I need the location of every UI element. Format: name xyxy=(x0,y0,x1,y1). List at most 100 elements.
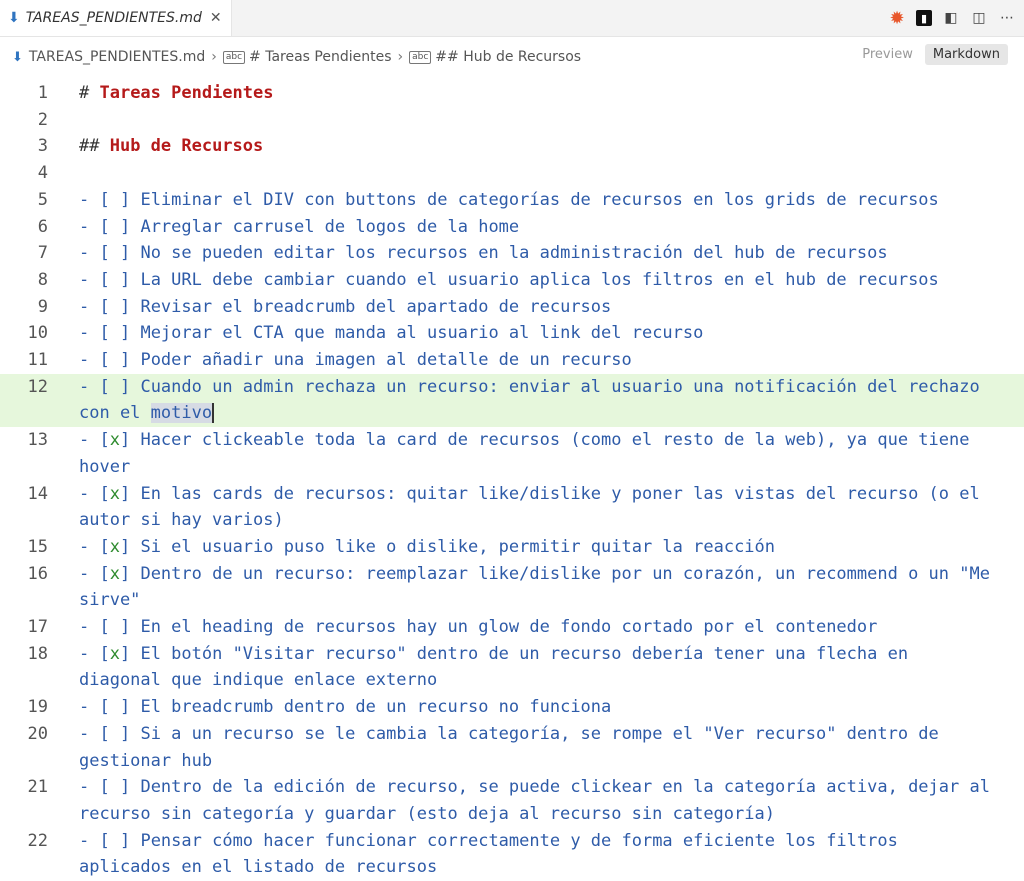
editor-line[interactable]: 17 - [ ] En el heading de recursos hay un… xyxy=(0,614,1024,641)
line-number: 19 xyxy=(27,697,48,718)
checkbox-unchecked[interactable]: - [ ] xyxy=(79,724,140,744)
line-content[interactable]: - [ ] El breadcrumb dentro de un recurso… xyxy=(79,694,999,721)
line-content[interactable]: - [ ] Cuando un admin rechaza un recurso… xyxy=(79,374,999,427)
editor-line[interactable]: 1 # Tareas Pendientes xyxy=(0,80,1024,107)
line-content[interactable]: - [ ] Pensar cómo hacer funcionar correc… xyxy=(79,828,999,881)
checkbox-state xyxy=(110,697,120,717)
task-text: Poder añadir una imagen al detalle de un… xyxy=(140,350,632,371)
heading-text: Tareas Pendientes xyxy=(99,83,274,103)
editor-line[interactable]: 8 - [ ] La URL debe cambiar cuando el usu… xyxy=(0,267,1024,294)
editor-line[interactable]: 21 - [ ] Dentro de la edición de recurso,… xyxy=(0,774,1024,827)
task-text: Mejorar el CTA que manda al usuario al l… xyxy=(140,323,704,344)
editor-content[interactable]: 1 # Tareas Pendientes 2 3 ## Hub de Recurso… xyxy=(0,77,1024,881)
task-text: Eliminar el DIV con buttons de categoría… xyxy=(140,189,939,210)
editor-line[interactable]: 2 xyxy=(0,107,1024,134)
editor-line[interactable]: 18 - [x] El botón "Visitar recurso" dentr… xyxy=(0,641,1024,694)
editor-line[interactable]: 15 - [x] Si el usuario puso like o dislik… xyxy=(0,534,1024,561)
split-editor-icon[interactable]: ◫ xyxy=(970,9,988,27)
checkbox-state xyxy=(110,217,120,237)
more-actions-icon[interactable]: ⋯ xyxy=(998,9,1016,27)
line-content[interactable] xyxy=(79,107,999,134)
editor-line[interactable]: 20 - [ ] Si a un recurso se le cambia la … xyxy=(0,721,1024,774)
line-content[interactable]: - [ ] Mejorar el CTA que manda al usuari… xyxy=(79,320,999,347)
editor-line[interactable]: 7 - [ ] No se pueden editar los recursos … xyxy=(0,240,1024,267)
checkbox-unchecked[interactable]: - [ ] xyxy=(79,617,140,637)
task-text: El botón "Visitar recurso" dentro de un … xyxy=(79,643,919,691)
line-content[interactable] xyxy=(79,160,999,187)
editor-line[interactable]: 3 ## Hub de Recursos xyxy=(0,133,1024,160)
editor-line[interactable]: 6 - [ ] Arreglar carrusel de logos de la … xyxy=(0,214,1024,241)
checkbox-unchecked[interactable]: - [ ] xyxy=(79,377,140,397)
checkbox-unchecked[interactable]: - [ ] xyxy=(79,777,140,797)
line-content[interactable]: - [x] En las cards de recursos: quitar l… xyxy=(79,481,999,534)
checkbox-unchecked[interactable]: - [ ] xyxy=(79,270,140,290)
checkbox-unchecked[interactable]: - [ ] xyxy=(79,323,140,343)
editor-line[interactable]: 14 - [x] En las cards de recursos: quitar… xyxy=(0,481,1024,534)
task-text: Revisar el breadcrumb del apartado de re… xyxy=(140,296,612,317)
line-number: 22 xyxy=(27,830,48,851)
task-text: No se pueden editar los recursos en la a… xyxy=(140,243,888,264)
editor-tab[interactable]: ⬇ TAREAS_PENDIENTES.md ✕ xyxy=(0,0,232,36)
chevron-right-icon: › xyxy=(211,49,217,65)
task-text: Si el usuario puso like o dislike, permi… xyxy=(140,536,776,557)
close-icon[interactable]: ✕ xyxy=(210,10,222,26)
markdown-file-icon: ⬇ xyxy=(12,49,23,65)
line-content[interactable]: ## Hub de Recursos xyxy=(79,133,999,160)
checkbox-checked[interactable]: - [x] xyxy=(79,430,140,450)
checkbox-checked[interactable]: - [x] xyxy=(79,644,140,664)
line-content[interactable]: - [x] Hacer clickeable toda la card de r… xyxy=(79,427,999,480)
line-content[interactable]: - [ ] La URL debe cambiar cuando el usua… xyxy=(79,267,999,294)
open-preview-icon[interactable]: ◧ xyxy=(942,9,960,27)
editor-line[interactable]: 11 - [ ] Poder añadir una imagen al detal… xyxy=(0,347,1024,374)
breadcrumb-h1[interactable]: # Tareas Pendientes xyxy=(249,49,391,65)
checkbox-unchecked[interactable]: - [ ] xyxy=(79,350,140,370)
line-number: 12 xyxy=(27,376,48,397)
line-number: 3 xyxy=(37,136,48,157)
task-text: Arreglar carrusel de logos de la home xyxy=(140,216,520,237)
preview-button[interactable]: Preview xyxy=(854,44,921,65)
breadcrumb-file[interactable]: TAREAS_PENDIENTES.md xyxy=(29,49,205,65)
editor-line[interactable]: 4 xyxy=(0,160,1024,187)
line-content[interactable]: - [x] El botón "Visitar recurso" dentro … xyxy=(79,641,999,694)
line-content[interactable]: - [x] Si el usuario puso like o dislike,… xyxy=(79,534,999,561)
line-number: 13 xyxy=(27,430,48,451)
editor-line[interactable]: 5 - [ ] Eliminar el DIV con buttons de ca… xyxy=(0,187,1024,214)
editor-line[interactable]: 13 - [x] Hacer clickeable toda la card de… xyxy=(0,427,1024,480)
task-text: Hacer clickeable toda la card de recurso… xyxy=(79,430,980,477)
checkbox-unchecked[interactable]: - [ ] xyxy=(79,297,140,317)
view-toggle: Preview Markdown xyxy=(854,44,1008,65)
checkbox-unchecked[interactable]: - [ ] xyxy=(79,190,140,210)
checkbox-checked[interactable]: - [x] xyxy=(79,484,140,504)
copilot-sun-icon[interactable]: ✹ xyxy=(888,8,906,29)
checkbox-unchecked[interactable]: - [ ] xyxy=(79,831,140,851)
line-content[interactable]: - [ ] Eliminar el DIV con buttons de cat… xyxy=(79,187,999,214)
line-content[interactable]: - [ ] Poder añadir una imagen al detalle… xyxy=(79,347,999,374)
checkbox-unchecked[interactable]: - [ ] xyxy=(79,217,140,237)
line-content[interactable]: - [ ] Revisar el breadcrumb del apartado… xyxy=(79,294,999,321)
editor-line[interactable]: 22 - [ ] Pensar cómo hacer funcionar corr… xyxy=(0,828,1024,881)
checkbox-state: x xyxy=(109,536,120,557)
heading-marker: ## xyxy=(79,136,110,157)
line-content[interactable]: - [ ] No se pueden editar los recursos e… xyxy=(79,240,999,267)
abc-symbol-icon: abc xyxy=(222,50,246,64)
line-content[interactable]: # Tareas Pendientes xyxy=(79,80,999,107)
line-content[interactable]: - [x] Dentro de un recurso: reemplazar l… xyxy=(79,561,999,614)
editor-line[interactable]: 19 - [ ] El breadcrumb dentro de un recur… xyxy=(0,694,1024,721)
line-number: 2 xyxy=(37,109,48,130)
abc-symbol-icon: abc xyxy=(409,50,432,64)
markdown-button[interactable]: Markdown xyxy=(924,44,1008,65)
editor-line[interactable]: 10 - [ ] Mejorar el CTA que manda al usua… xyxy=(0,320,1024,347)
square-app-icon[interactable]: ▮ xyxy=(916,10,932,26)
line-content[interactable]: - [ ] Dentro de la edición de recurso, s… xyxy=(79,774,999,827)
line-content[interactable]: - [ ] Si a un recurso se le cambia la ca… xyxy=(79,721,999,774)
line-content[interactable]: - [ ] Arreglar carrusel de logos de la h… xyxy=(79,214,999,241)
checkbox-checked[interactable]: - [x] xyxy=(79,564,140,584)
checkbox-unchecked[interactable]: - [ ] xyxy=(79,243,140,263)
editor-line[interactable]: 12 - [ ] Cuando un admin rechaza un recur… xyxy=(0,373,1024,428)
breadcrumb-h2[interactable]: ## Hub de Recursos xyxy=(435,49,581,65)
checkbox-unchecked[interactable]: - [ ] xyxy=(79,697,140,717)
editor-line[interactable]: 16 - [x] Dentro de un recurso: reemplazar… xyxy=(0,561,1024,614)
editor-line[interactable]: 9 - [ ] Revisar el breadcrumb del apartad… xyxy=(0,294,1024,321)
checkbox-checked[interactable]: - [x] xyxy=(79,537,140,557)
line-content[interactable]: - [ ] En el heading de recursos hay un g… xyxy=(79,614,999,641)
